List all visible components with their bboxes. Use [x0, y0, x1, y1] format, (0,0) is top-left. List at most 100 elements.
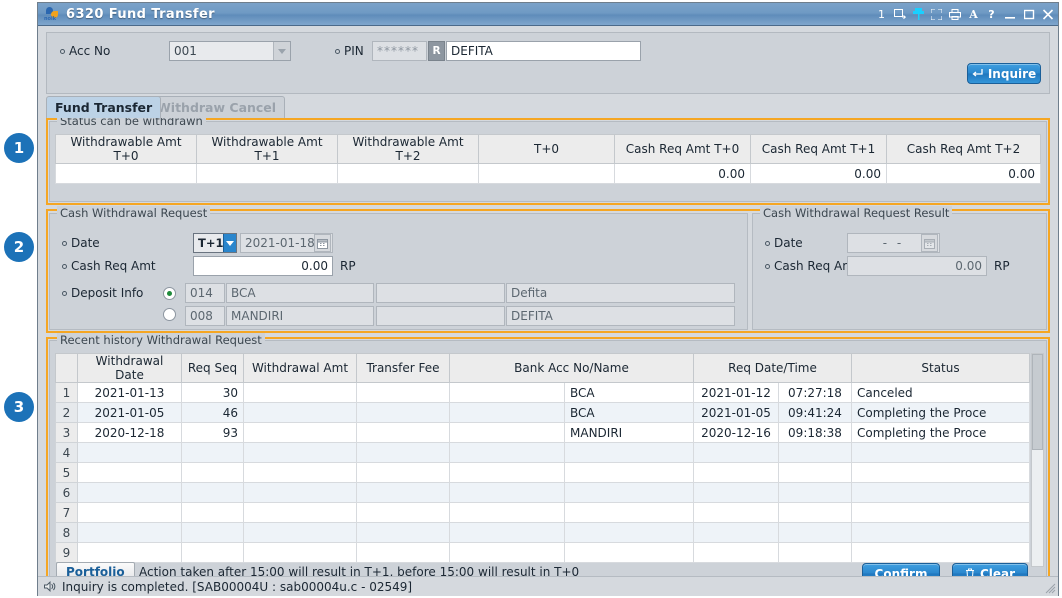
date-type-select[interactable]: T+1 [193, 233, 237, 253]
acc-no-label: Acc No [60, 44, 110, 58]
col-transfer-fee[interactable]: Transfer Fee [356, 353, 450, 383]
recent-history-caption: Recent history Withdrawal Request [57, 333, 265, 347]
expand-icon[interactable] [931, 7, 942, 21]
cell-status: Canceled [851, 382, 1030, 403]
cell-status: Completing the Proce [851, 402, 1030, 423]
table-row[interactable]: 9 [55, 542, 1030, 563]
maximize-button[interactable] [1024, 7, 1035, 21]
cell-withdrawal-date: 2020-12-18 [77, 422, 182, 443]
cell-rownum: 8 [55, 522, 78, 543]
col-withdrawable-t2[interactable]: Withdrawable Amt T+2 [337, 134, 479, 164]
account-name-field[interactable]: DEFITA [446, 41, 641, 61]
table-row[interactable]: 0.00 0.00 0.00 [55, 163, 1041, 184]
table-row[interactable]: 5 [55, 462, 1030, 483]
cell-rownum: 3 [55, 422, 78, 443]
resize-grip[interactable] [1044, 582, 1056, 594]
status-message: Inquiry is completed. [SAB00004U : sab00… [62, 579, 413, 594]
cell-transfer-fee [356, 402, 450, 423]
bullet-icon [765, 240, 770, 246]
cell-rownum: 1 [55, 382, 78, 403]
table-row[interactable]: 4 [55, 442, 1030, 463]
cell-withdrawable-t2 [337, 163, 479, 184]
font-size-icon[interactable]: A [968, 7, 979, 21]
cell-bank-name: BCA [564, 382, 694, 403]
cell-withdrawal-amt [243, 382, 357, 403]
table-row[interactable]: 3 2020-12-18 93 MANDIRI 2020-12-16 09:18… [55, 422, 1030, 443]
help-icon[interactable]: ? [986, 7, 997, 21]
bullet-icon [60, 48, 65, 54]
table-row[interactable]: 1 2021-01-13 30 BCA 2021-01-12 07:27:18 … [55, 382, 1030, 403]
table-row[interactable]: 7 [55, 502, 1030, 523]
pin-icon[interactable] [913, 7, 924, 21]
col-cash-req-t0[interactable]: Cash Req Amt T+0 [614, 134, 751, 164]
cell-rownum: 7 [55, 502, 78, 523]
table-header-row: Withdrawable Amt T+0 Withdrawable Amt T+… [55, 134, 1041, 164]
deposit-holder-1: Defita [506, 283, 735, 303]
window-body: Acc No 001 PIN ****** R DEFITA Inquire F… [38, 26, 1058, 596]
scrollbar-thumb[interactable] [1032, 354, 1043, 450]
calendar-icon[interactable] [314, 234, 331, 252]
tab-withdraw-cancel[interactable]: Withdraw Cancel [148, 96, 286, 118]
status-withdrawn-group: Status can be withdrawn Withdrawable Amt… [49, 114, 1047, 202]
pin-field[interactable]: ****** [372, 41, 427, 61]
deposit-radio-2[interactable] [163, 308, 176, 324]
calendar-icon [921, 234, 938, 252]
title-bar-tools: 1 A ? [876, 7, 999, 21]
export-window-icon[interactable] [894, 7, 906, 21]
print-icon[interactable] [949, 7, 961, 21]
col-t0[interactable]: T+0 [478, 134, 615, 164]
chevron-down-icon[interactable] [273, 42, 290, 60]
deposit-bank-1: BCA [226, 283, 374, 303]
cash-request-currency: RP [340, 259, 356, 273]
cell-bank-name: BCA [564, 402, 694, 423]
col-req-seq[interactable]: Req Seq [181, 353, 244, 383]
cell-rownum: 9 [55, 542, 78, 563]
recent-history-group: Recent history Withdrawal Request Withdr… [49, 333, 1047, 591]
col-cash-req-t1[interactable]: Cash Req Amt T+1 [750, 134, 887, 164]
speaker-icon [44, 581, 57, 592]
cell-rownum: 2 [55, 402, 78, 423]
cell-req-time: 09:18:38 [778, 422, 852, 443]
pin-reset-button[interactable]: R [428, 41, 445, 61]
deposit-radio-1[interactable] [163, 285, 176, 300]
cell-rownum: 5 [55, 462, 78, 483]
col-status[interactable]: Status [851, 353, 1030, 383]
cash-result-date-label: Date [765, 236, 803, 250]
deposit-info-label: Deposit Info [62, 286, 143, 300]
cell-req-time: 07:27:18 [778, 382, 852, 403]
deposit-code-2: 008 [185, 306, 225, 326]
cell-req-seq: 93 [181, 422, 244, 443]
close-button[interactable] [1043, 7, 1054, 21]
tab-strip: Fund Transfer Withdraw Cancel [46, 96, 1050, 118]
table-row[interactable]: 2 2021-01-05 46 BCA 2021-01-05 09:41:24 … [55, 402, 1030, 423]
chevron-down-icon[interactable] [223, 234, 236, 252]
col-bank-acc-name[interactable]: Bank Acc No/Name [449, 353, 694, 383]
inquire-button[interactable]: Inquire [967, 63, 1041, 84]
col-cash-req-t2[interactable]: Cash Req Amt T+2 [886, 134, 1041, 164]
minimize-button[interactable] [1005, 7, 1016, 21]
cash-request-amt-label: Cash Req Amt [62, 259, 156, 273]
table-row[interactable]: 8 [55, 522, 1030, 543]
tab-fund-transfer[interactable]: Fund Transfer [46, 96, 162, 118]
bullet-icon [62, 240, 67, 246]
col-withdrawable-t0[interactable]: Withdrawable Amt T+0 [55, 134, 197, 164]
col-withdrawal-amt[interactable]: Withdrawal Amt [243, 353, 357, 383]
annotation-number: 1 [13, 139, 25, 157]
col-withdrawable-t1[interactable]: Withdrawable Amt T+1 [196, 134, 338, 164]
bullet-icon [62, 290, 67, 296]
annotation-badge-2: 2 [4, 232, 34, 262]
cash-result-amt-field: 0.00 [847, 256, 987, 276]
cell-withdrawal-amt [243, 402, 357, 423]
cash-withdrawal-request-group: Cash Withdrawal Request Date T+1 2021-01… [49, 206, 748, 330]
acc-no-select[interactable]: 001 [169, 41, 291, 61]
col-req-datetime[interactable]: Req Date/Time [693, 353, 852, 383]
page-count-label: 1 [878, 7, 885, 21]
cash-request-amt-field[interactable]: 0.00 [193, 256, 333, 276]
cell-t0 [478, 163, 615, 184]
cash-request-date-label: Date [62, 236, 100, 250]
history-table-scrollbar[interactable] [1031, 353, 1044, 567]
table-row[interactable]: 6 [55, 482, 1030, 503]
cell-cash-req-t0: 0.00 [614, 163, 751, 184]
cash-result-currency: RP [994, 259, 1010, 273]
col-withdrawal-date[interactable]: Withdrawal Date [77, 353, 182, 383]
